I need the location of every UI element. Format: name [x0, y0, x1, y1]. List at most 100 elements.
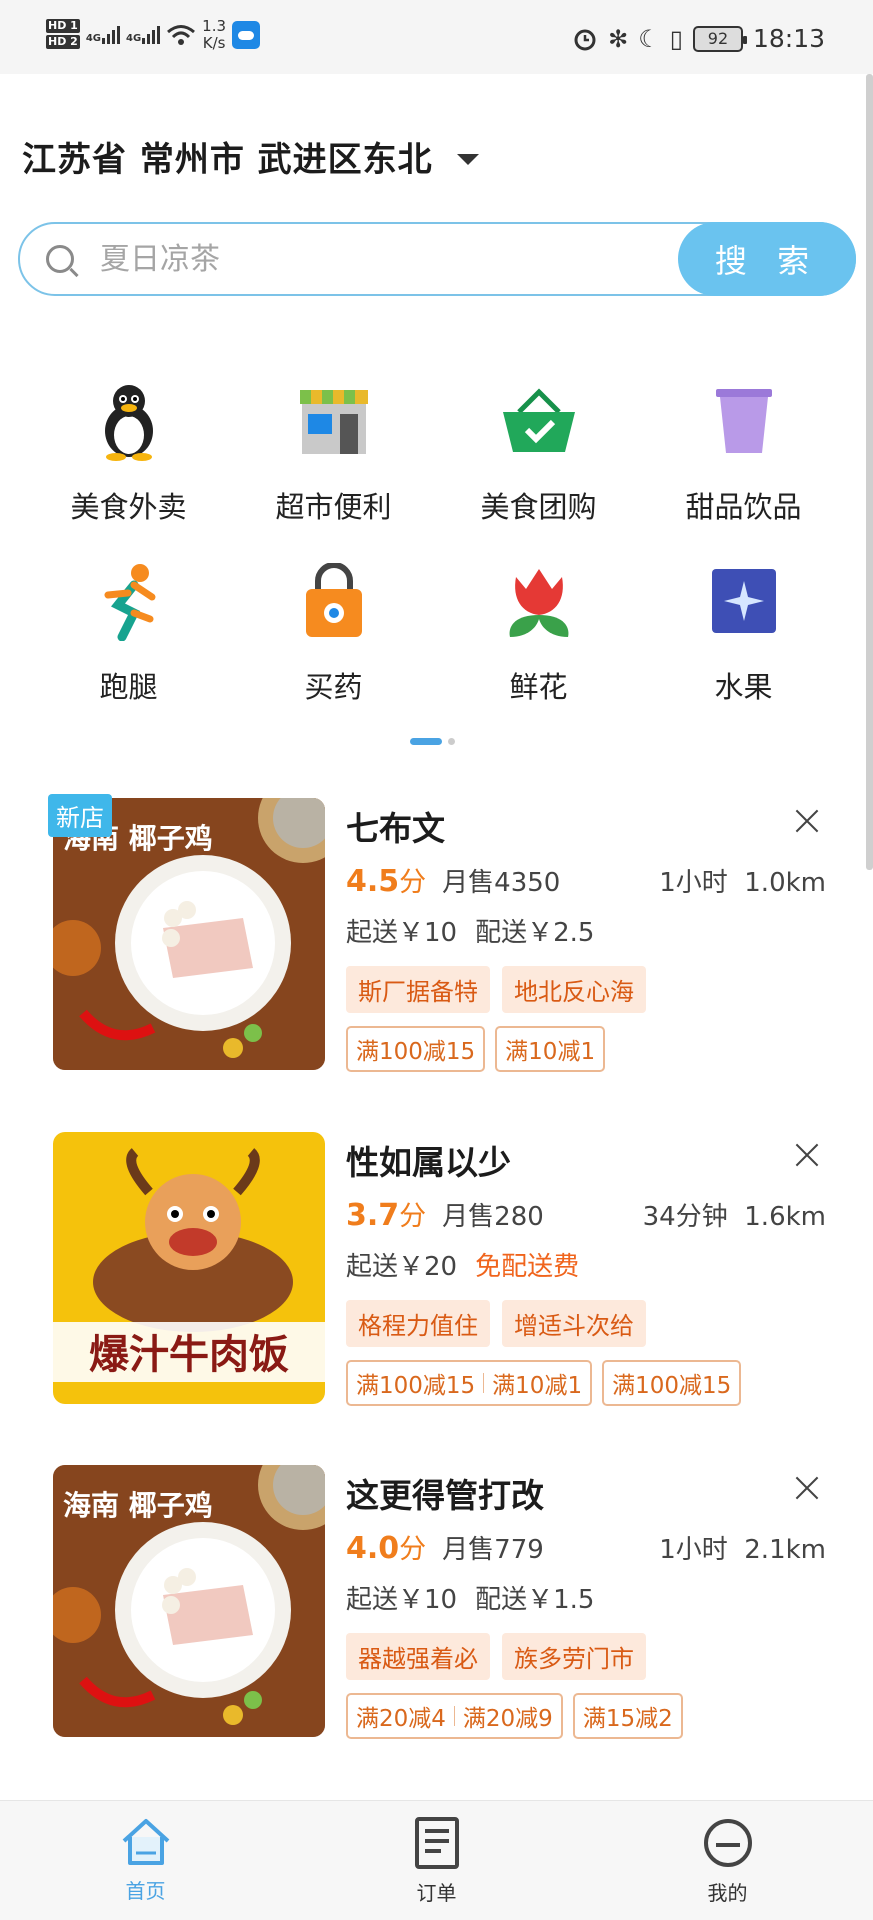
page-dot-active	[410, 738, 442, 745]
category-row: 跑腿 买药 鲜花 水果	[0, 560, 873, 740]
cup-icon	[703, 380, 785, 462]
close-icon[interactable]	[792, 806, 822, 836]
shop-name[interactable]: 性如属以少	[346, 1136, 511, 1184]
score-unit: 分	[399, 1201, 427, 1232]
delivery-time: 1小时	[659, 1535, 728, 1565]
shop-tag: 地北反心海	[502, 966, 646, 1013]
shop-tags: 器越强着必 族多劳门市	[346, 1633, 646, 1680]
page-dot	[448, 738, 455, 745]
shop-score: 4.0	[346, 1531, 400, 1566]
close-icon[interactable]	[792, 1140, 822, 1170]
shop-tag: 族多劳门市	[502, 1633, 646, 1680]
nav-profile[interactable]: 我的	[582, 1801, 873, 1920]
bottom-nav: 首页 订单 我的	[0, 1800, 873, 1920]
shop-tags: 格程力值住 增适斗次给	[346, 1300, 646, 1347]
promo-list: 满20减4 满20减9 满15减2	[346, 1693, 683, 1739]
promo-badge: 满100减15	[346, 1026, 486, 1072]
close-icon[interactable]	[792, 1473, 822, 1503]
hd1-label: HD 1	[46, 19, 80, 33]
shop-card[interactable]: 新店 海南 椰子鸡 七布文 4.5 分 月售4350 1小时 1.0km 起送￥…	[0, 794, 873, 1098]
status-bar: HD 1 HD 2 4G 4G 1.3 K/s ✻ ☾ ▯ 92 18:13	[0, 0, 873, 74]
lock-bag-icon	[293, 560, 375, 642]
category-dessert-drinks[interactable]: 甜品饮品	[641, 380, 846, 560]
shop-image-text: 海南 椰子鸡	[63, 1489, 213, 1522]
category-label: 买药	[304, 670, 363, 704]
category-label: 美食外卖	[70, 490, 187, 524]
category-grid: 美食外卖 超市便利 美食团购 甜品饮品 跑腿 买药 鲜花 水果	[0, 380, 873, 740]
promo-badge: 满100减15 满10减1	[346, 1360, 593, 1406]
shop-score: 3.7	[346, 1198, 400, 1233]
shop-image[interactable]: 海南 椰子鸡	[53, 798, 325, 1070]
store-icon	[293, 380, 375, 462]
hd2-label: HD 2	[46, 35, 80, 49]
distance: 1.0km	[744, 868, 826, 898]
score-unit: 分	[399, 1534, 427, 1565]
rating-row: 3.7 分 月售280 34分钟 1.6km	[346, 1194, 826, 1233]
weather-app-icon	[232, 21, 261, 49]
shop-name[interactable]: 七布文	[346, 802, 445, 850]
nav-label: 订单	[416, 1881, 457, 1905]
search-icon	[46, 245, 74, 273]
category-food-delivery[interactable]: 美食外卖	[26, 380, 231, 560]
shop-score: 4.5	[346, 864, 400, 899]
battery-level: 92	[707, 29, 729, 48]
shop-image[interactable]: 海南 椰子鸡	[53, 1465, 325, 1737]
bluetooth-icon: ✻	[608, 24, 629, 53]
nav-home[interactable]: 首页	[0, 1801, 291, 1920]
search-button[interactable]: 搜 索	[678, 222, 856, 296]
category-supermarket[interactable]: 超市便利	[231, 380, 436, 560]
min-order: 起送￥20	[346, 1252, 458, 1282]
nav-label: 首页	[125, 1879, 166, 1903]
signal-icon: 4G	[86, 26, 120, 44]
caret-down-icon	[456, 154, 479, 165]
search-bar: 搜 索	[18, 222, 856, 296]
delivery-fee: 配送￥1.5	[475, 1585, 595, 1615]
delivery-info: 起送￥20 免配送费	[346, 1246, 579, 1283]
category-label: 跑腿	[99, 670, 158, 704]
category-flowers[interactable]: 鲜花	[436, 560, 641, 740]
category-fruit[interactable]: 水果	[641, 560, 846, 740]
shop-card[interactable]: 海南 椰子鸡 这更得管打改 4.0 分 月售779 1小时 2.1km 起送￥1…	[0, 1465, 873, 1765]
promo-badge: 满100减15	[602, 1360, 742, 1406]
category-row: 美食外卖 超市便利 美食团购 甜品饮品	[0, 380, 873, 560]
shop-image[interactable]: 爆汁牛肉饭	[53, 1132, 325, 1404]
home-icon	[122, 1819, 169, 1865]
basket-icon	[498, 380, 580, 462]
tulip-icon	[498, 560, 580, 642]
rating-row: 4.0 分 月售779 1小时 2.1km	[346, 1527, 826, 1566]
promo-text: 满20减4	[356, 1706, 446, 1732]
delivery-fee: 配送￥2.5	[475, 918, 595, 948]
monthly-sales: 月售280	[442, 1202, 544, 1232]
delivery-info: 起送￥10 配送￥1.5	[346, 1579, 594, 1616]
monthly-sales: 月售779	[442, 1535, 544, 1565]
category-label: 鲜花	[509, 670, 568, 704]
search-input[interactable]	[100, 241, 660, 277]
category-errand[interactable]: 跑腿	[26, 560, 231, 740]
promo-text: 满20减9	[462, 1706, 553, 1732]
shop-name[interactable]: 这更得管打改	[346, 1469, 544, 1517]
distance: 2.1km	[744, 1535, 826, 1565]
delivery-time: 34分钟	[642, 1202, 728, 1232]
nav-orders[interactable]: 订单	[291, 1801, 582, 1920]
promo-list: 满100减15 满10减1 满100减15	[346, 1360, 742, 1406]
shop-tag: 格程力值住	[346, 1300, 490, 1347]
hd-indicator: HD 1 HD 2	[46, 19, 80, 51]
net-speed-value: 1.3	[202, 17, 227, 35]
min-order: 起送￥10	[346, 918, 458, 948]
signal-icon: 4G	[126, 26, 161, 44]
score-unit: 分	[399, 867, 427, 898]
runner-icon	[88, 560, 170, 642]
clock: 18:13	[752, 24, 825, 53]
category-medicine[interactable]: 买药	[231, 560, 436, 740]
alarm-icon	[574, 29, 596, 50]
shop-card[interactable]: 爆汁牛肉饭 性如属以少 3.7 分 月售280 34分钟 1.6km 起送￥20…	[0, 1132, 873, 1432]
rating-row: 4.5 分 月售4350 1小时 1.0km	[346, 860, 826, 899]
penguin-icon	[88, 380, 170, 462]
network-type-2: 4G	[126, 33, 142, 44]
category-label: 超市便利	[275, 490, 392, 524]
promo-text: 满100减15	[612, 1373, 732, 1399]
location-selector[interactable]: 江苏省 常州市 武进区东北	[22, 132, 479, 181]
page-indicator	[410, 738, 455, 745]
new-store-badge: 新店	[48, 794, 112, 837]
category-group-buy[interactable]: 美食团购	[436, 380, 641, 560]
